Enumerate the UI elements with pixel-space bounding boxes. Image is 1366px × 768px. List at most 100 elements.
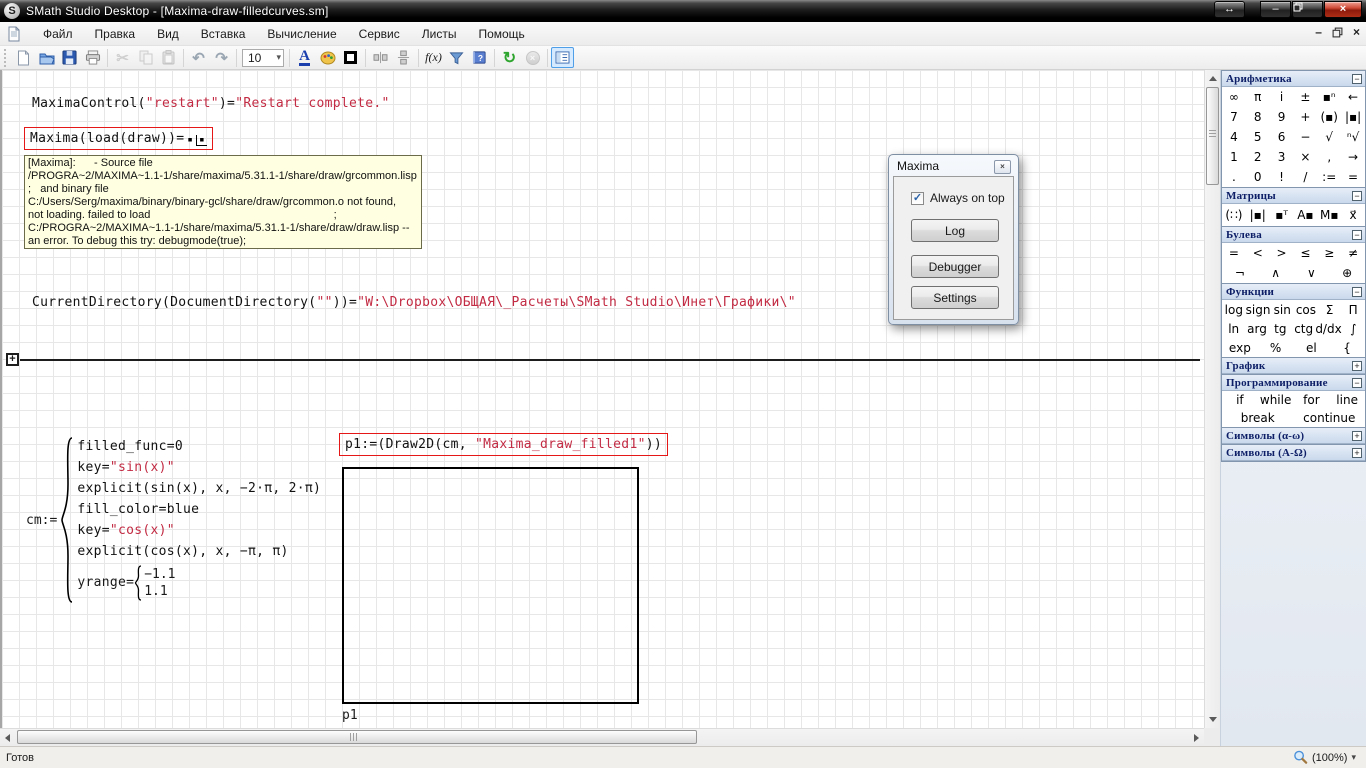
align-vertical-button[interactable] — [392, 47, 415, 68]
mdi-close-button[interactable]: × — [1353, 25, 1360, 39]
menu-sheets[interactable]: Листы — [411, 24, 468, 44]
not-equal-button[interactable]: ≠ — [1341, 243, 1365, 263]
decimal-point-button[interactable]: . — [1222, 167, 1246, 187]
while-button[interactable]: while — [1258, 391, 1294, 409]
or-button[interactable]: ∨ — [1294, 263, 1330, 283]
nth-root-button[interactable]: ⁿ√ — [1341, 127, 1365, 147]
border-button[interactable] — [339, 47, 362, 68]
digit-1-button[interactable]: 1 — [1222, 147, 1246, 167]
minor-button[interactable]: M▪ — [1317, 204, 1341, 226]
expr-maxima-load[interactable]: Maxima(load(draw))=▪▪ — [24, 127, 213, 150]
divide-button[interactable]: / — [1293, 167, 1317, 187]
collapse-toggle-icon[interactable]: − — [1352, 74, 1362, 84]
digit-8-button[interactable]: 8 — [1246, 107, 1270, 127]
collapse-toggle-icon[interactable]: − — [1352, 230, 1362, 240]
insert-function-button[interactable]: f(x) — [422, 47, 445, 68]
save-button[interactable] — [58, 47, 81, 68]
less-equal-button[interactable]: ≤ — [1293, 243, 1317, 263]
arrow-right-button[interactable]: → — [1341, 147, 1365, 167]
panel-header-programming[interactable]: Программирование− — [1222, 375, 1365, 391]
vertical-scroll-thumb[interactable] — [1206, 87, 1219, 185]
zoom-control[interactable]: (100%) ▾ — [1293, 750, 1356, 765]
cm-line-key-cos[interactable]: key="cos(x)" — [77, 522, 321, 540]
align-horizontal-button[interactable] — [369, 47, 392, 68]
plus-button[interactable]: + — [1293, 107, 1317, 127]
cm-line-fill-color[interactable]: fill_color=blue — [77, 501, 321, 519]
and-button[interactable]: ∧ — [1258, 263, 1294, 283]
imaginary-unit-button[interactable]: i — [1270, 87, 1294, 107]
digit-4-button[interactable]: 4 — [1222, 127, 1246, 147]
section-collapse-toggle[interactable]: + — [6, 353, 19, 366]
cm-line-key-sin[interactable]: key="sin(x)" — [77, 459, 321, 477]
cut-button[interactable]: ✂ — [111, 47, 134, 68]
vectorize-button[interactable]: x⃗ — [1341, 204, 1365, 226]
digit-3-button[interactable]: 3 — [1270, 147, 1294, 167]
digit-5-button[interactable]: 5 — [1246, 127, 1270, 147]
mdi-restore-button[interactable] — [1332, 27, 1343, 38]
reference-book-button[interactable]: ? — [468, 47, 491, 68]
expr-current-directory[interactable]: CurrentDirectory(DocumentDirectory(""))=… — [32, 295, 796, 310]
panel-header-arithmetic[interactable]: Арифметика− — [1222, 71, 1365, 87]
infinity-button[interactable]: ∞ — [1222, 87, 1246, 107]
comma-button[interactable]: , — [1317, 147, 1341, 167]
font-size-select[interactable]: 10▾ — [242, 49, 284, 67]
collapse-toggle-icon[interactable]: + — [1352, 448, 1362, 458]
menu-help[interactable]: Помощь — [467, 24, 535, 44]
line-button[interactable]: line — [1329, 391, 1365, 409]
scroll-left-button[interactable] — [0, 730, 15, 745]
greater-than-button[interactable]: > — [1270, 243, 1294, 263]
maxima-window-close-button[interactable]: × — [994, 160, 1011, 174]
dropdown-caret-icon[interactable]: ▾ — [276, 52, 281, 63]
worksheet-canvas[interactable]: MaximaControl("restart")="Restart comple… — [0, 70, 1204, 728]
arg-button[interactable]: arg — [1245, 319, 1268, 338]
parentheses-button[interactable]: (▪) — [1317, 107, 1341, 127]
cm-line-explicit-cos[interactable]: explicit(cos(x), x, −π, π) — [77, 543, 321, 561]
log-button[interactable]: Log — [911, 219, 999, 242]
sin-button[interactable]: sin — [1270, 300, 1294, 319]
digit-9-button[interactable]: 9 — [1270, 107, 1294, 127]
scroll-down-button[interactable] — [1206, 712, 1220, 727]
settings-button[interactable]: Settings — [911, 286, 999, 309]
menu-edit[interactable]: Правка — [84, 24, 147, 44]
resize-window-button[interactable]: ↔ — [1214, 1, 1245, 18]
copy-button[interactable] — [134, 47, 157, 68]
cm-line-explicit-sin[interactable]: explicit(sin(x), x, −2·π, 2·π) — [77, 480, 321, 498]
square-root-button[interactable]: √ — [1317, 127, 1341, 147]
collapse-toggle-icon[interactable]: − — [1352, 191, 1362, 201]
font-color-button[interactable]: A — [293, 47, 316, 68]
zoom-caret-icon[interactable]: ▾ — [1351, 752, 1356, 763]
collapse-toggle-icon[interactable]: − — [1352, 287, 1362, 297]
panel-header-boolean[interactable]: Булева− — [1222, 227, 1365, 243]
redo-button[interactable]: ↷ — [210, 47, 233, 68]
expr-maxima-restart[interactable]: MaximaControl("restart")="Restart comple… — [32, 96, 390, 111]
minus-button[interactable]: − — [1293, 127, 1317, 147]
plot-region[interactable] — [342, 467, 639, 704]
system-brace-button[interactable]: { — [1329, 338, 1365, 357]
horizontal-scrollbar[interactable] — [0, 728, 1204, 746]
matrix-button[interactable]: (∷) — [1222, 204, 1246, 226]
cm-line-filled-func[interactable]: filled_func=0 — [77, 438, 321, 456]
new-document-button[interactable] — [12, 47, 35, 68]
collapse-toggle-icon[interactable]: + — [1352, 431, 1362, 441]
recalculate-button[interactable]: ↻ — [498, 47, 521, 68]
expr-p1-definition[interactable]: p1:=(Draw2D(cm, "Maxima_draw_filled1")) — [339, 433, 668, 456]
backspace-button[interactable]: ← — [1341, 87, 1365, 107]
placeholder-icon[interactable]: ▪ — [187, 136, 193, 145]
bool-equal-button[interactable]: = — [1222, 243, 1246, 263]
background-color-button[interactable] — [316, 47, 339, 68]
xor-button[interactable]: ⊕ — [1329, 263, 1365, 283]
definition-button[interactable]: := — [1317, 167, 1341, 187]
transpose-button[interactable]: ▪ᵀ — [1270, 204, 1294, 226]
absolute-value-button[interactable]: |▪| — [1341, 107, 1365, 127]
tg-button[interactable]: tg — [1269, 319, 1292, 338]
greater-equal-button[interactable]: ≥ — [1317, 243, 1341, 263]
toolbar-grip[interactable] — [2, 49, 9, 67]
multiply-button[interactable]: × — [1293, 147, 1317, 167]
digit-6-button[interactable]: 6 — [1270, 127, 1294, 147]
menu-calculation[interactable]: Вычисление — [256, 24, 347, 44]
digit-2-button[interactable]: 2 — [1246, 147, 1270, 167]
power-button[interactable]: ▪ⁿ — [1317, 87, 1341, 107]
cos-button[interactable]: cos — [1294, 300, 1318, 319]
panel-header-symbols-cyrillic[interactable]: Символы (А-Ω)+ — [1222, 445, 1365, 461]
derivative-button[interactable]: d/dx — [1315, 319, 1341, 338]
